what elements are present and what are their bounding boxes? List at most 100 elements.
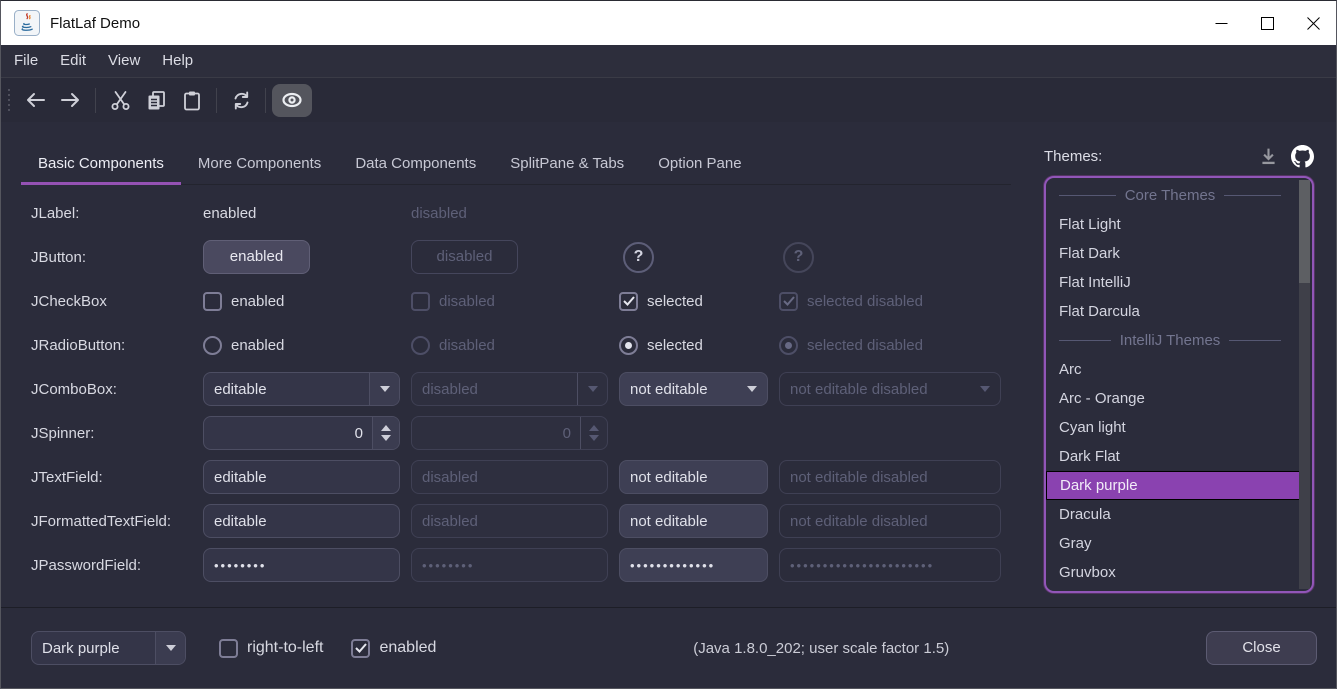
radio-enabled[interactable]: enabled <box>203 336 411 355</box>
password-field-not-editable[interactable]: ••••••••••••• <box>619 548 768 582</box>
cut-button[interactable] <box>102 84 138 117</box>
textfield-not-editable[interactable]: not editable <box>619 460 768 494</box>
content-area: Basic Components More Components Data Co… <box>1 122 1336 608</box>
theme-item-dracula[interactable]: Dracula <box>1046 500 1299 529</box>
checkbox-checked-icon <box>619 292 638 311</box>
tab-more-components[interactable]: More Components <box>181 145 338 184</box>
github-icon <box>1291 145 1314 168</box>
clipboard-icon <box>183 90 201 111</box>
radio-icon <box>411 336 430 355</box>
themes-scrollbar[interactable] <box>1299 180 1310 589</box>
show-hide-toggle-button[interactable] <box>272 84 312 117</box>
paste-button[interactable] <box>174 84 210 117</box>
tab-option-pane[interactable]: Option Pane <box>641 145 758 184</box>
spinner-enabled[interactable]: 0 <box>203 416 400 450</box>
window-title: FlatLaf Demo <box>50 15 140 32</box>
combobox-not-editable[interactable]: not editable <box>619 372 768 406</box>
checkbox-enabled[interactable]: enabled <box>203 292 411 311</box>
theme-item-dark-flat[interactable]: Dark Flat <box>1046 442 1299 471</box>
arrow-left-icon <box>24 91 46 109</box>
github-link-button[interactable] <box>1291 145 1314 168</box>
theme-item-arc[interactable]: Arc <box>1046 355 1299 384</box>
theme-group-separator: IntelliJ Themes <box>1046 326 1299 355</box>
spinner-arrows-icon[interactable] <box>372 417 399 449</box>
menu-help[interactable]: Help <box>151 45 204 77</box>
right-to-left-checkbox[interactable]: right-to-left <box>219 639 323 658</box>
titlebar: FlatLaf Demo <box>1 1 1336 45</box>
component-grid: JLabel: enabled disabled JButton: enable… <box>31 191 1011 587</box>
theme-item-dark-purple-selected[interactable]: Dark purple <box>1046 471 1301 500</box>
refresh-button[interactable] <box>223 84 259 117</box>
forward-button[interactable] <box>53 84 89 117</box>
menubar: File Edit View Help <box>1 45 1336 78</box>
checkbox-disabled: disabled <box>411 292 619 311</box>
theme-item-arc-orange[interactable]: Arc - Orange <box>1046 384 1299 413</box>
jformattedtextfield-row-label: JFormattedTextField: <box>31 513 203 530</box>
maximize-button[interactable] <box>1244 1 1290 45</box>
minimize-button[interactable] <box>1198 1 1244 45</box>
disabled-button: disabled <box>411 240 518 274</box>
copy-button[interactable] <box>138 84 174 117</box>
enabled-checkbox[interactable]: enabled <box>351 639 436 658</box>
theme-item-flat-darcula[interactable]: Flat Darcula <box>1046 297 1299 326</box>
refresh-icon <box>231 90 252 111</box>
menu-view[interactable]: View <box>97 45 151 77</box>
radio-disabled: disabled <box>411 336 619 355</box>
checkbox-icon <box>411 292 430 311</box>
menu-edit[interactable]: Edit <box>49 45 97 77</box>
theme-select-combobox[interactable]: Dark purple <box>31 631 186 665</box>
checkbox-checked-icon <box>779 292 798 311</box>
help-button-disabled: ? <box>783 242 814 273</box>
jlabel-row-label: JLabel: <box>31 205 203 222</box>
toolbar-grip[interactable] <box>8 89 10 111</box>
toolbar-separator <box>216 88 217 113</box>
password-field-disabled: •••••••• <box>411 548 608 582</box>
help-button[interactable]: ? <box>623 242 654 273</box>
combobox-editable[interactable]: editable <box>203 372 400 406</box>
tab-splitpane-tabs[interactable]: SplitPane & Tabs <box>493 145 641 184</box>
chevron-down-icon[interactable] <box>155 632 185 664</box>
tab-basic-components[interactable]: Basic Components <box>21 145 181 184</box>
app-window: FlatLaf Demo File Edit View Help <box>0 0 1337 689</box>
formatted-textfield-not-editable[interactable]: not editable <box>619 504 768 538</box>
jcheckbox-row-label: JCheckBox <box>31 293 203 310</box>
tab-data-components[interactable]: Data Components <box>338 145 493 184</box>
tabbar: Basic Components More Components Data Co… <box>21 145 1011 185</box>
theme-item-gray[interactable]: Gray <box>1046 529 1299 558</box>
bottom-bar: Dark purple right-to-left enabled (Java … <box>1 607 1336 688</box>
jtextfield-row-label: JTextField: <box>31 469 203 486</box>
java-app-icon <box>14 10 40 36</box>
checkbox-selected[interactable]: selected <box>619 292 779 311</box>
chevron-down-icon[interactable] <box>369 373 399 405</box>
theme-group-separator: Core Themes <box>1046 181 1299 210</box>
password-field-not-editable-disabled: •••••••••••••••••••••• <box>779 548 1001 582</box>
textfield-editable[interactable]: editable <box>203 460 400 494</box>
formatted-textfield-editable[interactable]: editable <box>203 504 400 538</box>
toolbar <box>1 78 1336 122</box>
combobox-disabled: disabled <box>411 372 608 406</box>
spinner-disabled: 0 <box>411 416 608 450</box>
themes-header: Themes: <box>1044 142 1314 170</box>
jbutton-row-label: JButton: <box>31 249 203 266</box>
password-field-editable[interactable]: •••••••• <box>203 548 400 582</box>
radio-selected[interactable]: selected <box>619 336 779 355</box>
checkbox-selected-disabled: selected disabled <box>779 292 1011 311</box>
enabled-button[interactable]: enabled <box>203 240 310 274</box>
themes-scrollbar-thumb[interactable] <box>1299 180 1310 283</box>
close-window-button[interactable] <box>1290 1 1336 45</box>
theme-item-cyan-light[interactable]: Cyan light <box>1046 413 1299 442</box>
jradiobutton-row-label: JRadioButton: <box>31 337 203 354</box>
close-button[interactable]: Close <box>1206 631 1317 665</box>
theme-item-flat-intellij[interactable]: Flat IntelliJ <box>1046 268 1299 297</box>
themes-list: Core Themes Flat Light Flat Dark Flat In… <box>1044 176 1314 593</box>
download-theme-button[interactable] <box>1258 146 1279 167</box>
theme-item-flat-dark[interactable]: Flat Dark <box>1046 239 1299 268</box>
back-button[interactable] <box>17 84 53 117</box>
close-icon <box>1307 17 1320 30</box>
textfield-disabled: disabled <box>411 460 608 494</box>
themes-label: Themes: <box>1044 148 1246 165</box>
jlabel-enabled: enabled <box>203 205 256 222</box>
theme-item-flat-light[interactable]: Flat Light <box>1046 210 1299 239</box>
theme-item-gruvbox[interactable]: Gruvbox <box>1046 558 1299 587</box>
menu-file[interactable]: File <box>3 45 49 77</box>
